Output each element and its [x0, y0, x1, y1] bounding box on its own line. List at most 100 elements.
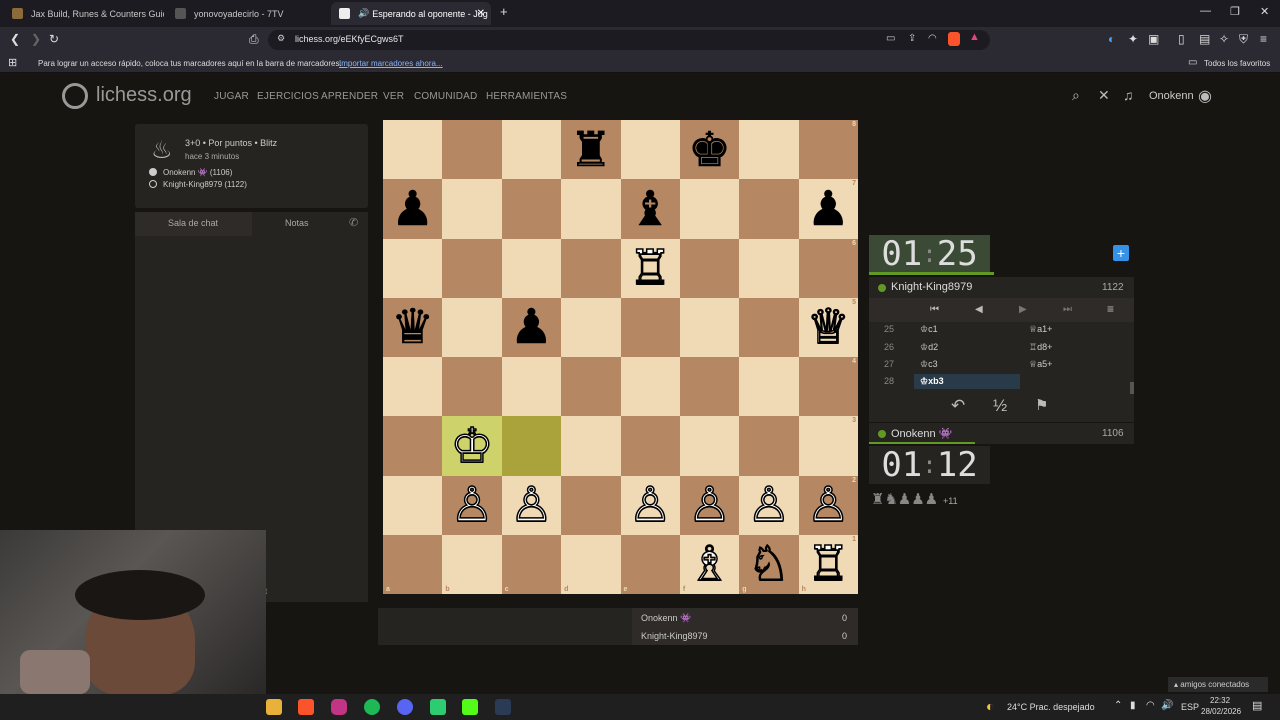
move-white-current[interactable]: ♔xb3 — [920, 376, 944, 387]
rss-icon[interactable]: ◠ — [928, 33, 937, 44]
takeback-icon[interactable]: ↶ — [951, 396, 965, 416]
ai-icon[interactable]: ✧ — [1219, 32, 1229, 46]
new-tab-icon[interactable]: + — [500, 4, 508, 19]
offer-draw-button[interactable]: ½ — [993, 396, 1007, 416]
nav-puzzles[interactable]: EJERCICIOS — [257, 91, 319, 102]
move-white[interactable]: ♔c3 — [920, 359, 938, 370]
square-f8[interactable]: ♚ — [679, 120, 740, 180]
chess-piece-icon[interactable]: ♙ — [747, 480, 792, 530]
back-icon[interactable]: ❮ — [10, 32, 20, 46]
chess-piece-icon[interactable]: ♗ — [687, 540, 732, 590]
square-c2[interactable]: ♙ — [501, 475, 562, 535]
wifi-icon[interactable]: ◠ — [1146, 700, 1155, 711]
chess-piece-icon[interactable]: ♕ — [806, 303, 851, 353]
square-b2[interactable]: ♙ — [442, 475, 502, 535]
language-indicator[interactable]: ESP — [1181, 702, 1199, 712]
chess-piece-icon[interactable]: ♙ — [806, 480, 851, 530]
move-black[interactable]: ♕a1+ — [1029, 324, 1052, 335]
swords-icon[interactable]: ✕ — [1098, 87, 1110, 104]
square-h5[interactable]: ♕ 5 — [798, 297, 858, 357]
square-g7[interactable] — [739, 179, 799, 239]
lichess-logo-icon[interactable] — [62, 83, 88, 109]
brave-rewards-icon[interactable]: ▲ — [969, 31, 980, 43]
chess-piece-icon[interactable]: ♟ — [510, 303, 554, 352]
chess-piece-icon[interactable]: ♙ — [687, 480, 732, 530]
square-d1[interactable]: d — [561, 534, 621, 594]
chess-piece-icon[interactable]: ♝ — [628, 185, 672, 234]
nav-watch[interactable]: VER — [383, 91, 404, 102]
square-a6[interactable] — [383, 238, 443, 298]
square-e7[interactable]: ♝ — [620, 179, 680, 239]
chess-piece-icon[interactable]: ♖ — [628, 243, 673, 293]
tray-app-icon[interactable]: ▮ — [1130, 700, 1136, 711]
square-d3[interactable] — [561, 416, 621, 476]
friends-online-bar[interactable]: ▴ amigos conectados — [1168, 677, 1268, 692]
tray-chevron-icon[interactable]: ⌃ — [1114, 700, 1122, 711]
bell-icon[interactable]: ♫ — [1123, 87, 1134, 103]
square-g4[interactable] — [739, 357, 799, 417]
tab-chat-room[interactable]: Sala de chat — [168, 218, 218, 228]
square-f6[interactable] — [679, 238, 740, 298]
nav-learn[interactable]: APRENDER — [321, 91, 378, 102]
menu-icon[interactable]: ≡ — [1107, 302, 1114, 316]
opponent-name[interactable]: Knight-King8979 — [891, 281, 972, 293]
resign-flag-icon[interactable]: ⚑ — [1035, 396, 1048, 414]
square-b3[interactable]: ♔ — [442, 416, 502, 476]
brave-shield-icon[interactable] — [948, 32, 960, 46]
share-icon[interactable]: ⇪ — [908, 33, 916, 44]
reader-icon[interactable]: ▤ — [1199, 32, 1210, 46]
square-b6[interactable] — [442, 238, 502, 298]
site-info-icon[interactable]: ⚙ — [277, 33, 285, 44]
square-b5[interactable] — [442, 297, 502, 357]
square-c8[interactable] — [501, 120, 562, 180]
square-a8[interactable] — [383, 120, 443, 180]
chess-piece-icon[interactable]: ♟ — [807, 185, 851, 234]
nav-tools[interactable]: HERRAMIENTAS — [486, 91, 567, 102]
apps-grid-icon[interactable]: ⊞ — [8, 56, 17, 69]
square-a4[interactable] — [383, 357, 443, 417]
nav-community[interactable]: COMUNIDAD — [414, 91, 477, 102]
add-time-icon[interactable]: + — [1113, 245, 1129, 261]
volume-icon[interactable]: 🔊 — [1161, 700, 1173, 711]
square-h3[interactable]: 3 — [798, 416, 858, 476]
kick-icon[interactable] — [462, 699, 478, 715]
scrollbar[interactable] — [1130, 382, 1134, 394]
chess-piece-icon[interactable]: ♚ — [688, 125, 732, 174]
square-d7[interactable] — [561, 179, 621, 239]
reload-icon[interactable]: ↻ — [49, 32, 59, 46]
league-icon[interactable] — [495, 699, 511, 715]
square-g1[interactable]: ♘ g — [739, 534, 799, 594]
square-h7[interactable]: ♟ 7 — [798, 179, 858, 239]
clock-time[interactable]: 22:32 — [1210, 696, 1230, 705]
black-player-link[interactable]: Knight-King8979 (1122) — [163, 180, 247, 189]
minimize-icon[interactable]: — — [1200, 5, 1211, 17]
square-d8[interactable]: ♜ — [561, 120, 621, 180]
square-c6[interactable] — [501, 238, 562, 298]
square-a2[interactable] — [383, 475, 443, 535]
square-f7[interactable] — [679, 179, 740, 239]
avatar-icon[interactable]: ◉ — [1198, 86, 1212, 106]
square-h2[interactable]: ♙ 2 — [798, 475, 858, 535]
restore-icon[interactable]: ❐ — [1230, 5, 1240, 18]
square-g5[interactable] — [739, 297, 799, 357]
close-window-icon[interactable]: ✕ — [1260, 5, 1269, 18]
square-a1[interactable]: a — [383, 534, 443, 594]
square-c7[interactable] — [501, 179, 562, 239]
chess-piece-icon[interactable]: ♜ — [569, 125, 613, 174]
square-g3[interactable] — [739, 416, 799, 476]
notification-icon[interactable]: ▤ — [1252, 699, 1262, 712]
player-name[interactable]: Onokenn 👾 — [891, 427, 952, 440]
menu-icon[interactable]: ≡ — [1260, 32, 1267, 46]
square-b4[interactable] — [442, 357, 502, 417]
square-g8[interactable] — [739, 120, 799, 180]
square-a5[interactable]: ♛ — [383, 297, 443, 357]
chess-piece-icon[interactable]: ♙ — [509, 480, 554, 530]
wallet-icon[interactable]: ▣ — [1148, 32, 1159, 46]
square-c1[interactable]: c — [501, 534, 562, 594]
user-menu[interactable]: Onokenn — [1149, 90, 1194, 102]
site-logo[interactable]: lichess.org — [96, 84, 192, 107]
square-f5[interactable] — [679, 297, 740, 357]
chess-board[interactable]: ♜ ♚ 8 ♟ ♝ ♟ 7 ♖ 6 ♛ ♟ ♕ 5 4 ♔ 3 ♙ ♙ ♙ ♙ ♙ ♙ 2 a b c d e ♗ f ♘ g ♖ 1 h — [383, 120, 858, 594]
nav-play[interactable]: JUGAR — [214, 91, 249, 102]
first-move-icon[interactable]: ⏮ — [930, 304, 939, 315]
